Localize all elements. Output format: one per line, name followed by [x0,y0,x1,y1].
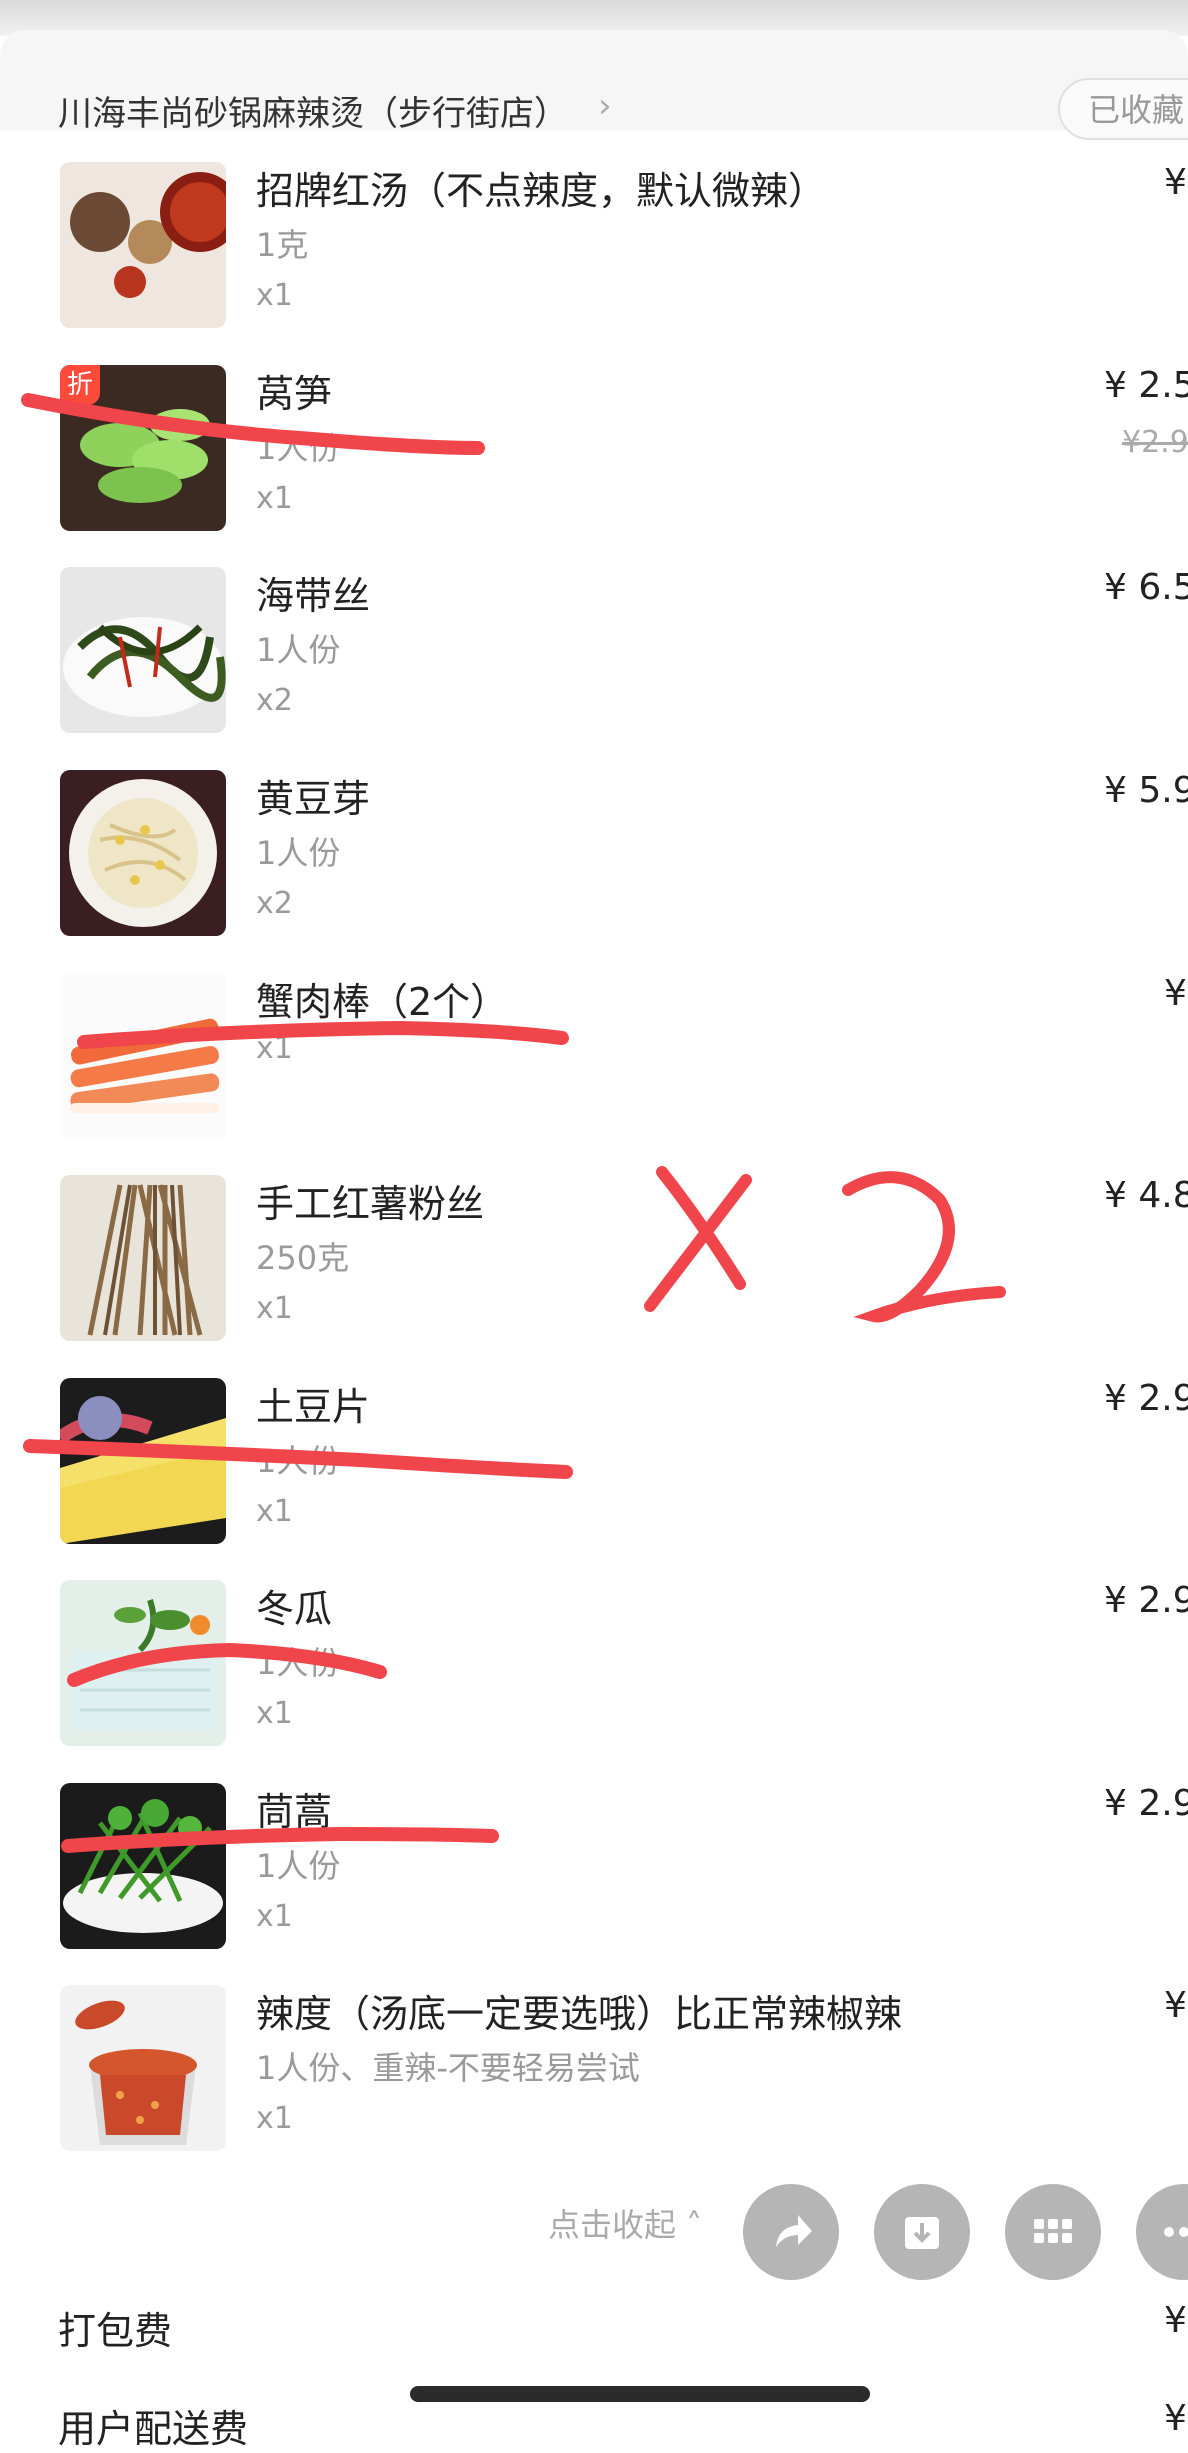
order-item[interactable]: 茼蒿 1人份 x1 ¥ 2.9 [0,1783,1188,1983]
item-thumbnail [60,1985,226,2151]
order-item[interactable]: 黄豆芽 1人份 x2 ¥ 5.9 [0,770,1188,970]
order-item[interactable]: 辣度（汤底一定要选哦）比正常辣椒辣 1人份、重辣-不要轻易尝试 x1 ¥ [0,1985,1188,2185]
item-name: 莴笋 [256,372,333,416]
item-quantity: x2 [256,886,293,921]
item-thumbnail [60,567,226,733]
more-button[interactable] [1136,2184,1188,2280]
item-price: ¥ 2.9 [1104,1378,1188,1419]
item-name: 冬瓜 [256,1587,333,1631]
store-header: 川海丰尚砂锅麻辣烫（步行街店） › 已收藏 [0,30,1188,140]
chevron-right-icon: › [598,86,612,126]
item-spec: 1人份 [256,429,341,467]
more-icon [1164,2227,1188,2237]
item-spec: 1人份 [256,631,341,669]
item-spec: 1人份、重辣-不要轻易尝试 [256,2049,640,2087]
item-name: 招牌红汤（不点辣度，默认微辣） [256,169,827,213]
item-quantity: x2 [256,683,293,718]
order-item[interactable]: 冬瓜 1人份 x1 ¥ 2.9 [0,1580,1188,1780]
item-price: ¥ 2.5 [1104,365,1188,406]
delivery-fee-price: ¥ [1164,2398,1187,2439]
item-price: ¥ [1164,162,1187,203]
item-thumbnail [60,1378,226,1544]
item-spec: 1人份 [256,834,341,872]
save-button[interactable] [874,2184,970,2280]
order-item[interactable]: 手工红薯粉丝 250克 x1 ¥ 4.8 [0,1175,1188,1375]
order-item[interactable]: 折 莴笋 1人份 x1 ¥ 2.5 ¥2.9 [0,365,1188,565]
collapse-button[interactable]: 点击收起 ˄ [548,2200,702,2246]
packing-fee-label: 打包费 [58,2309,173,2353]
apps-button[interactable] [1005,2184,1101,2280]
item-price: ¥ [1164,973,1187,1014]
item-spec: 1人份 [256,1442,341,1480]
packing-fee-price: ¥ [1164,2300,1187,2341]
order-item[interactable]: 土豆片 1人份 x1 ¥ 2.9 [0,1378,1188,1578]
item-quantity: x1 [256,1031,293,1066]
order-item[interactable]: 招牌红汤（不点辣度，默认微辣） 1克 x1 ¥ [0,162,1188,362]
item-name: 辣度（汤底一定要选哦）比正常辣椒辣 [256,1992,903,2036]
item-spec: 1人份 [256,1644,341,1682]
item-price: ¥ 2.9 [1104,1580,1188,1621]
item-price: ¥ 4.8 [1104,1175,1188,1216]
item-thumbnail [60,973,226,1139]
favorite-button[interactable]: 已收藏 [1058,78,1188,140]
item-price: ¥ 5.9 [1104,770,1188,811]
item-thumbnail [60,1175,226,1341]
item-thumbnail [60,1580,226,1746]
item-quantity: x1 [256,481,293,516]
discount-tag: 折 [60,365,100,405]
item-quantity: x1 [256,1291,293,1326]
item-price: ¥ 6.5 [1104,567,1188,608]
item-quantity: x1 [256,1494,293,1529]
item-spec: 250克 [256,1239,350,1277]
item-name: 土豆片 [256,1385,371,1429]
item-name: 海带丝 [256,574,371,618]
item-quantity: x1 [256,2101,293,2136]
item-name: 蟹肉棒（2个） [256,980,509,1024]
item-quantity: x1 [256,1899,293,1934]
order-item[interactable]: 海带丝 1人份 x2 ¥ 6.5 [0,567,1188,767]
item-thumbnail [60,770,226,936]
download-icon [905,2217,939,2249]
item-thumbnail [60,162,226,328]
item-thumbnail [60,1783,226,1949]
delivery-fee-label: 用户配送费 [58,2407,249,2451]
item-spec: 1人份 [256,1847,341,1885]
item-thumbnail: 折 [60,365,226,531]
share-icon [776,2215,812,2247]
item-quantity: x1 [256,278,293,313]
share-button[interactable] [743,2184,839,2280]
item-spec: 1克 [256,226,309,264]
item-name: 茼蒿 [256,1790,333,1834]
item-quantity: x1 [256,1696,293,1731]
home-indicator [410,2386,870,2402]
item-price: ¥ [1164,1985,1187,2026]
item-name: 黄豆芽 [256,777,371,821]
store-name-link[interactable]: 川海丰尚砂锅麻辣烫（步行街店） [58,86,568,135]
item-original-price: ¥2.9 [1122,425,1188,460]
item-price: ¥ 2.9 [1104,1783,1188,1824]
order-item[interactable]: 蟹肉棒（2个） x1 ¥ [0,973,1188,1173]
grid-icon [1034,2219,1072,2243]
item-name: 手工红薯粉丝 [256,1182,485,1226]
